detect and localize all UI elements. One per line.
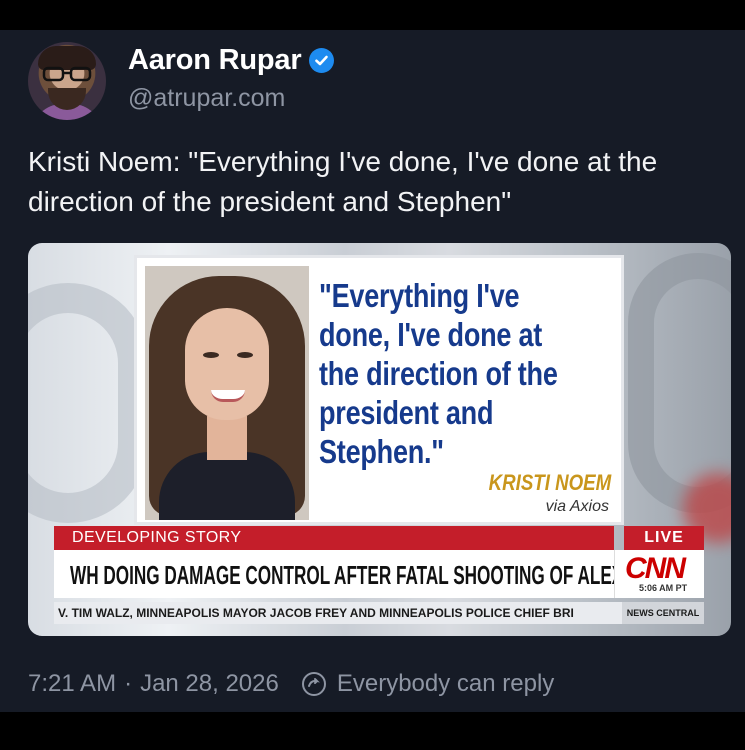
reply-settings-icon <box>301 672 326 696</box>
post-time[interactable]: 7:21 AM <box>28 670 116 698</box>
author-name[interactable]: Aaron Rupar <box>128 44 302 77</box>
quote-graphic: "Everything I've done, I've done at the … <box>134 255 624 525</box>
author-handle[interactable]: @atrupar.com <box>128 84 285 113</box>
live-badge: LIVE <box>624 526 704 550</box>
chyron-headline: WH DOING DAMAGE CONTROL AFTER FATAL SHOO… <box>70 560 690 590</box>
post-media-image[interactable]: "Everything I've done, I've done at the … <box>28 243 731 636</box>
post-date[interactable]: Jan 28, 2026 <box>140 670 279 698</box>
developing-story-bar: DEVELOPING STORY <box>54 526 614 550</box>
ticker-text: V. TIM WALZ, MINNEAPOLIS MAYOR JACOB FRE… <box>58 606 574 620</box>
ticker-brand: NEWS CENTRAL <box>622 602 704 624</box>
quote-attribution-source: via Axios <box>545 498 609 515</box>
quote-attribution-name: KRISTI NOEM <box>488 470 611 495</box>
network-logo-box: CNN 5:06 AM PT <box>614 550 704 598</box>
post-text: Kristi Noem: "Everything I've done, I've… <box>28 146 658 217</box>
author-name-row: Aaron Rupar <box>128 44 335 77</box>
news-ticker: V. TIM WALZ, MINNEAPOLIS MAYOR JACOB FRE… <box>54 602 704 624</box>
speaker-photo <box>145 266 309 520</box>
network-logo: CNN <box>625 552 686 585</box>
meta-separator: · <box>124 670 133 697</box>
quote-text: "Everything I've done, I've done at the … <box>319 277 558 470</box>
reply-setting-label[interactable]: Everybody can reply <box>337 670 554 698</box>
broadcast-time: 5:06 AM PT <box>639 583 688 593</box>
chyron-headline-bar: WH DOING DAMAGE CONTROL AFTER FATAL SHOO… <box>54 550 689 598</box>
background-decoration <box>28 283 148 523</box>
post-card[interactable]: Aaron Rupar @atrupar.com Kristi Noem: "E… <box>0 30 745 712</box>
author-avatar[interactable] <box>28 42 106 120</box>
verified-badge-icon <box>309 48 335 73</box>
post-meta: 7:21 AM · Jan 28, 2026 Everybody can rep… <box>28 670 554 698</box>
